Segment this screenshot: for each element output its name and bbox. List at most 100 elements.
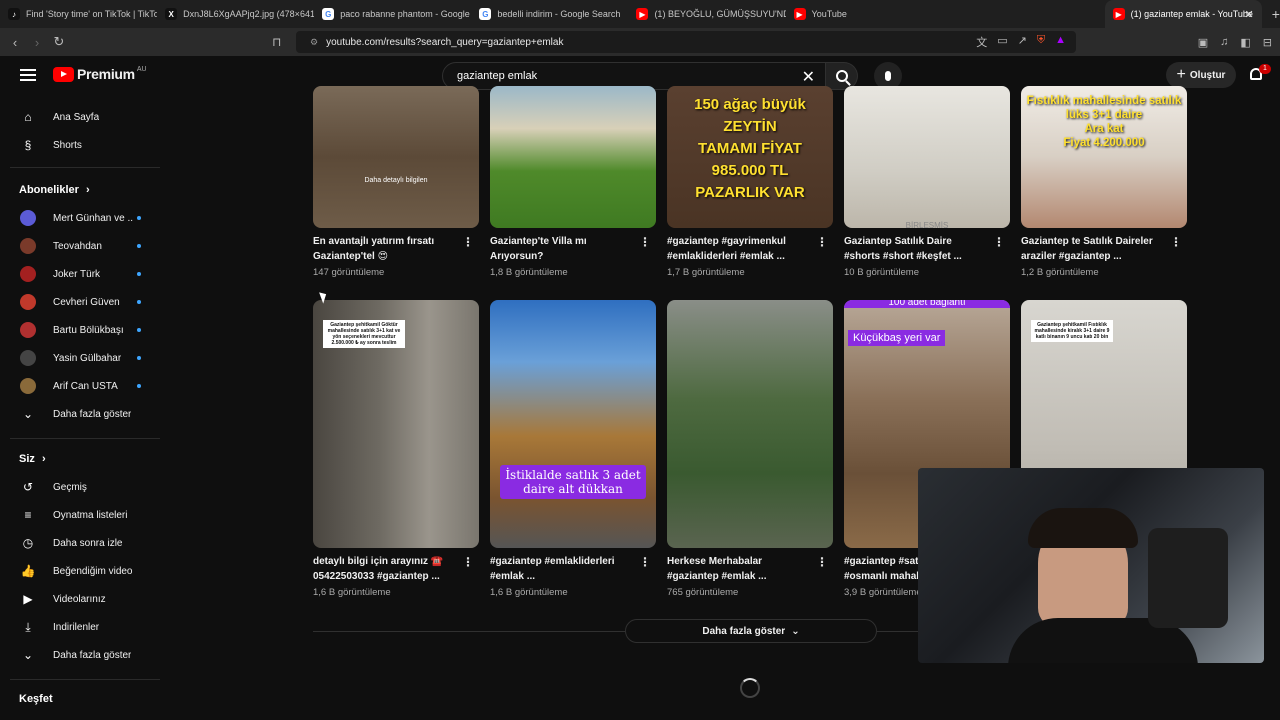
tab-favicon-icon: G xyxy=(322,8,335,20)
sidebar-divider xyxy=(10,679,160,680)
sidebar-item[interactable]: ≡ Oynatma listeleri xyxy=(0,501,165,529)
video-thumbnail[interactable]: Fıstıklık mahallesinde satılık lüks 3+1 … xyxy=(1021,86,1187,228)
sidebar-item-label: Bartu Bölükbaşı xyxy=(53,324,124,336)
sidebar-item[interactable]: ⌂ Ana Sayfa xyxy=(0,103,165,131)
tab-favicon-icon: ♪ xyxy=(8,8,20,20)
download-icon: ⤓ xyxy=(25,619,31,634)
tab-title: (1) gaziantep emlak - YouTube xyxy=(1130,9,1253,19)
sidebar-item-label: Ana Sayfa xyxy=(53,111,100,123)
more-options-icon[interactable]: ⋮ xyxy=(639,235,651,249)
channel-avatar xyxy=(20,210,36,226)
cast-icon[interactable]: ▭ xyxy=(997,34,1007,50)
browser-tab[interactable]: ▶ (1) BEYOĞLU, GÜMÜŞSUYU'NDA DE xyxy=(628,0,786,28)
sidebar-item[interactable]: Yasin Gülbahar xyxy=(0,344,165,372)
video-thumbnail[interactable] xyxy=(490,86,656,228)
sidebar-icon[interactable]: ▣ xyxy=(1198,36,1208,49)
video-thumbnail[interactable]: BİRLEŞMİŞ xyxy=(844,86,1010,228)
thumbnail-overlay-text: Gaziantep şehitkamil Göktür mahallesinde… xyxy=(323,320,405,348)
clear-icon[interactable]: ✕ xyxy=(802,67,815,87)
more-options-icon[interactable]: ⋮ xyxy=(639,555,651,569)
thumbnail-overlay-text: Küçükbaş yeri var xyxy=(848,330,946,346)
sidebar-item[interactable]: Cevheri Güven xyxy=(0,288,165,316)
sidebar-item[interactable]: Joker Türk xyxy=(0,260,165,288)
sidebar-section-header[interactable]: Keşfet xyxy=(19,693,53,705)
view-count: 1,8 B görüntüleme xyxy=(490,267,568,278)
video-title[interactable]: #gaziantep #gayrimenkul #emlakliderleri … xyxy=(667,234,813,264)
close-tab-icon[interactable]: ✕ xyxy=(1245,8,1254,21)
sidebar-item[interactable]: Bartu Bölükbaşı xyxy=(0,316,165,344)
sidebar-item[interactable]: Teovahdan xyxy=(0,232,165,260)
sidebar-item[interactable]: Arif Can USTA xyxy=(0,372,165,400)
browser-tab[interactable]: ▶ (1) gaziantep emlak - YouTube ✕ xyxy=(1104,0,1262,28)
sidebar-item-label: Videolarınız xyxy=(53,593,106,605)
video-thumbnail[interactable] xyxy=(667,300,833,548)
more-options-icon[interactable]: ⋮ xyxy=(462,555,474,569)
sidebar-item[interactable]: ◷ Daha sonra izle xyxy=(0,529,165,557)
more-options-icon[interactable]: ⋮ xyxy=(816,235,828,249)
translate-icon[interactable]: 文 xyxy=(976,34,987,50)
video-title[interactable]: #gaziantep #emlakliderleri #emlak ... xyxy=(490,554,636,584)
forward-icon[interactable]: › xyxy=(26,35,48,50)
plus-icon: + xyxy=(1176,66,1186,83)
bookmark-icon[interactable]: ⊓ xyxy=(272,35,281,49)
browser-tab[interactable]: X DxnJ8L6XgAAPjq2.jpg (478×641) xyxy=(157,0,314,28)
video-thumbnail[interactable]: İstiklalde satlık 3 adet daire alt dükka… xyxy=(490,300,656,548)
sidebar-item[interactable]: 👍 Beğendiğim videolar xyxy=(0,557,165,585)
video-thumbnail[interactable]: Gaziantep şehitkamil Göktür mahallesinde… xyxy=(313,300,479,548)
rewards-icon[interactable]: ▲ xyxy=(1055,34,1066,50)
sidebar-divider xyxy=(10,438,160,439)
sidebar-item[interactable]: ⌄ Daha fazla göster xyxy=(0,400,165,428)
sidebar-item[interactable]: ↺ Geçmiş xyxy=(0,473,165,501)
search-icon xyxy=(835,70,848,82)
youtube-logo[interactable]: Premium AU xyxy=(53,66,147,82)
video-thumbnail[interactable]: Daha detaylı bilgilen xyxy=(313,86,479,228)
media-icon[interactable]: ♫ xyxy=(1220,36,1228,49)
brave-shield-icon[interactable]: ⛨ xyxy=(1037,34,1045,50)
new-tab-icon[interactable]: + xyxy=(1272,6,1280,22)
sidebar-item[interactable]: § Shorts xyxy=(0,131,165,159)
sidebar-item[interactable]: Mert Günhan ve ... xyxy=(0,204,165,232)
back-icon[interactable]: ‹ xyxy=(4,35,26,50)
tab-title: DxnJ8L6XgAAPjq2.jpg (478×641) xyxy=(183,9,315,19)
menu-icon[interactable] xyxy=(20,69,36,81)
more-options-icon[interactable]: ⋮ xyxy=(816,555,828,569)
browser-tab[interactable]: ▶ YouTube xyxy=(786,0,943,28)
video-title[interactable]: Gaziantep te Satılık Daireler araziler #… xyxy=(1021,234,1167,264)
chevron-down-icon: ⌄ xyxy=(22,648,34,662)
wallet-icon[interactable]: ⊟ xyxy=(1263,36,1272,49)
browser-tab[interactable]: Gpaco rabanne phantom - Google Se xyxy=(314,0,471,28)
sidebar-item[interactable]: ⤓ İndirilenler xyxy=(0,613,165,641)
browser-tab[interactable]: Gbedelli indirim - Google Search xyxy=(471,0,628,28)
new-content-dot xyxy=(137,216,141,220)
more-options-icon[interactable]: ⋮ xyxy=(993,235,1005,249)
url-field[interactable]: ⚙ youtube.com/results?search_query=gazia… xyxy=(296,31,1076,53)
show-more-button[interactable]: Daha fazla göster ⌄ xyxy=(625,619,877,643)
sidebar-item[interactable]: ⌄ Daha fazla göster xyxy=(0,641,165,669)
more-options-icon[interactable]: ⋮ xyxy=(462,235,474,249)
panel-icon[interactable]: ◧ xyxy=(1240,36,1250,49)
sidebar-section-header[interactable]: Abonelikler › xyxy=(19,184,90,196)
playlist-icon: ≡ xyxy=(24,508,32,522)
logo-text: Premium xyxy=(77,66,135,82)
video-title[interactable]: En avantajlı yatırım fırsatı Gaziantep't… xyxy=(313,234,459,264)
webcam-overlay xyxy=(918,468,1264,663)
video-title[interactable]: Gaziantep'te Villa mı Arıyorsun? xyxy=(490,234,636,264)
more-options-icon[interactable]: ⋮ xyxy=(1170,235,1182,249)
shorts-icon: § xyxy=(24,138,32,152)
share-icon[interactable]: ↗ xyxy=(1018,34,1027,50)
browser-tab-bar: ♪Find 'Story time' on TikTok | TikTok SX… xyxy=(0,0,1280,28)
tab-favicon-icon: ▶ xyxy=(1112,8,1125,20)
site-settings-icon[interactable]: ⚙ xyxy=(310,37,318,48)
video-title[interactable]: detaylı bilgi için arayınız ☎️ 054225030… xyxy=(313,554,459,584)
video-title[interactable]: Gaziantep Satılık Daire #shorts #short #… xyxy=(844,234,990,264)
create-button[interactable]: + Oluştur xyxy=(1166,62,1236,88)
channel-avatar xyxy=(20,266,36,282)
sidebar-section-header[interactable]: Siz › xyxy=(19,453,46,465)
sidebar-item[interactable]: ▶ Videolarınız xyxy=(0,585,165,613)
browser-tab[interactable]: ♪ Find 'Story time' on TikTok | TikTok S xyxy=(0,0,157,28)
new-content-dot xyxy=(137,244,141,248)
video-title[interactable]: Herkese Merhabalar #gaziantep #emlak ... xyxy=(667,554,813,584)
video-thumbnail[interactable]: 150 ağaç büyük ZEYTİN TAMAMI FİYAT 985.0… xyxy=(667,86,833,228)
reload-icon[interactable]: ↻ xyxy=(48,34,70,50)
create-label: Oluştur xyxy=(1189,69,1226,81)
